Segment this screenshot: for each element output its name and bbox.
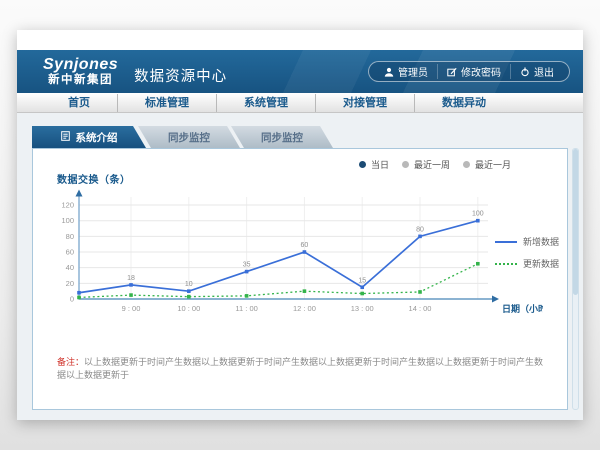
tab-sync-monitor-1[interactable]: 同步监控	[138, 126, 240, 148]
company-logo: Synjones 新中新集团	[43, 56, 118, 88]
radio-dot	[402, 161, 409, 168]
svg-text:60: 60	[66, 248, 74, 257]
nav-item-standard-mgmt[interactable]: 标准管理	[117, 94, 216, 112]
time-range-filter: 当日 最近一周 最近一月	[359, 158, 511, 171]
svg-text:20: 20	[66, 279, 74, 288]
app-header: Synjones 新中新集团 数据资源中心 管理员 修改密码 退出	[17, 50, 583, 93]
svg-text:18: 18	[127, 275, 135, 282]
power-icon	[520, 67, 530, 77]
scrollbar-thumb[interactable]	[573, 149, 578, 295]
chart-legend: 新增数据 更新数据	[495, 235, 559, 279]
change-password-label: 修改密码	[461, 64, 501, 79]
svg-text:100: 100	[61, 216, 74, 225]
content-area: 系统介绍 同步监控 同步监控 当日 最近一周	[17, 113, 583, 420]
tab-bar: 系统介绍 同步监控 同步监控	[32, 126, 583, 148]
footnote: 备注：以上数据更新于时间产生数据以上数据更新于时间产生数据以上数据更新于时间产生…	[57, 356, 547, 381]
tab-sync-monitor-2[interactable]: 同步监控	[231, 126, 333, 148]
y-axis-title: 数据交换（条）	[57, 171, 131, 186]
radio-label: 当日	[371, 158, 389, 171]
svg-text:10: 10	[185, 281, 193, 288]
svg-text:40: 40	[66, 263, 74, 272]
nav-item-interface-mgmt[interactable]: 对接管理	[315, 94, 414, 112]
tab-label: 系统介绍	[76, 130, 118, 145]
vertical-scrollbar[interactable]	[572, 148, 579, 410]
svg-text:11 : 00: 11 : 00	[235, 304, 257, 313]
admin-user-label: 管理员	[398, 64, 428, 79]
svg-text:9 : 00: 9 : 00	[122, 304, 141, 313]
svg-text:35: 35	[243, 262, 251, 269]
page-title: 数据资源中心	[134, 65, 227, 86]
radio-today[interactable]: 当日	[359, 158, 389, 171]
chart-panel: 当日 最近一周 最近一月 数据交换（条） 0 20 40 60 80 100 120 9 : …	[32, 148, 568, 410]
window-top-strip	[17, 30, 583, 50]
logo-brand-text: Synjones	[43, 56, 118, 74]
nav-item-data-change[interactable]: 数据异动	[414, 94, 513, 112]
update-data-line-swatch	[495, 263, 517, 265]
admin-user-button[interactable]: 管理员	[375, 64, 437, 79]
svg-text:120: 120	[61, 201, 74, 210]
footnote-label: 备注：	[57, 357, 84, 367]
tab-system-intro[interactable]: 系统介绍	[32, 126, 146, 148]
radio-label: 最近一周	[414, 158, 450, 171]
new-data-line-swatch	[495, 241, 517, 243]
svg-text:80: 80	[66, 232, 74, 241]
radio-dot	[463, 161, 470, 168]
logo-company-name: 新中新集团	[43, 74, 118, 87]
svg-text:100: 100	[472, 211, 484, 218]
legend-item-new-data: 新增数据	[495, 235, 559, 248]
document-icon	[61, 131, 70, 144]
nav-item-system-mgmt[interactable]: 系统管理	[216, 94, 315, 112]
legend-label: 更新数据	[523, 257, 559, 270]
legend-item-update-data: 更新数据	[495, 257, 559, 270]
svg-text:10 : 00: 10 : 00	[177, 304, 200, 313]
svg-text:日期（小时）: 日期（小时）	[502, 303, 543, 314]
svg-text:80: 80	[416, 226, 424, 233]
change-password-button[interactable]: 修改密码	[437, 64, 510, 79]
logout-label: 退出	[534, 64, 554, 79]
svg-text:15: 15	[358, 277, 366, 284]
svg-text:12 : 00: 12 : 00	[293, 304, 316, 313]
legend-label: 新增数据	[523, 235, 559, 248]
svg-text:14 : 00: 14 : 00	[409, 304, 432, 313]
user-menu: 管理员 修改密码 退出	[368, 61, 570, 82]
svg-text:60: 60	[301, 242, 309, 249]
app-window: Synjones 新中新集团 数据资源中心 管理员 修改密码 退出	[17, 30, 583, 420]
main-nav: 首页 标准管理 系统管理 对接管理 数据异动	[17, 93, 583, 113]
footnote-text: 以上数据更新于时间产生数据以上数据更新于时间产生数据以上数据更新于时间产生数据以…	[57, 357, 543, 380]
radio-dot	[359, 161, 366, 168]
svg-text:13 : 00: 13 : 00	[351, 304, 374, 313]
radio-label: 最近一月	[475, 158, 511, 171]
user-icon	[384, 67, 394, 77]
tab-label: 同步监控	[168, 130, 210, 145]
svg-text:0: 0	[70, 295, 74, 304]
edit-icon	[447, 67, 457, 77]
line-chart: 0 20 40 60 80 100 120 9 : 00 10 : 00 11 : 00 12 : …	[33, 189, 543, 339]
tab-label: 同步监控	[261, 130, 303, 145]
nav-item-home[interactable]: 首页	[41, 94, 117, 112]
radio-last-week[interactable]: 最近一周	[402, 158, 450, 171]
logout-button[interactable]: 退出	[510, 64, 563, 79]
radio-last-month[interactable]: 最近一月	[463, 158, 511, 171]
